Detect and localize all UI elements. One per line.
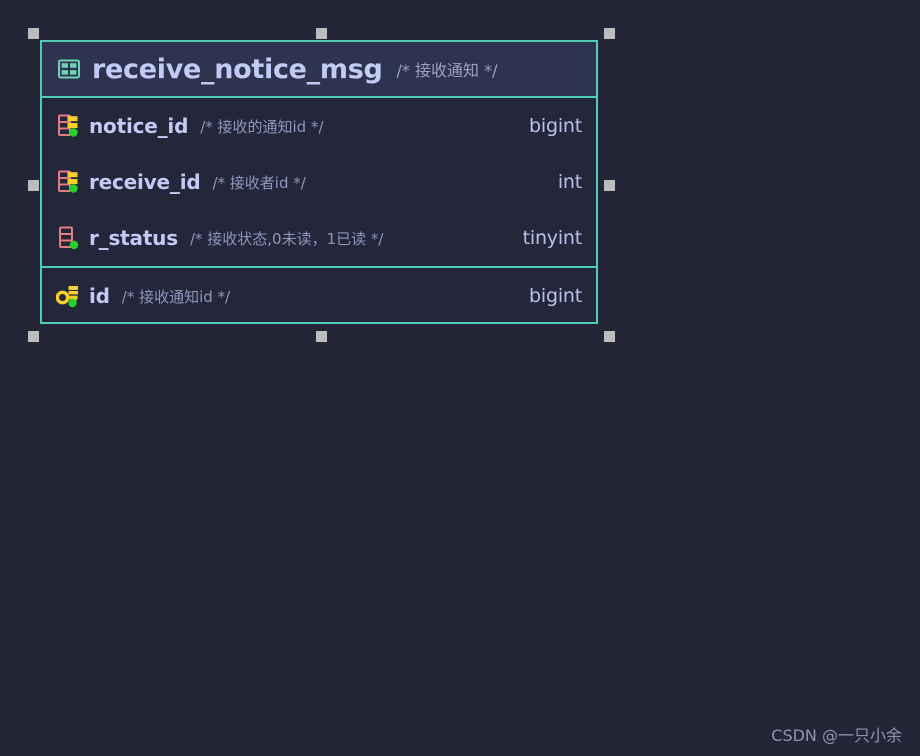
column-comment: /* 接收状态,0未读，1已读 */ <box>189 229 384 248</box>
resize-handle-top-left[interactable] <box>28 28 39 39</box>
table-row[interactable]: notice_id /* 接收的通知id */ bigint <box>42 98 596 154</box>
column-comment: /* 接收通知id */ <box>121 287 231 306</box>
resize-handle-top-right[interactable] <box>604 28 615 39</box>
column-type: tinyint <box>522 227 583 249</box>
table-entity-receive-notice-msg[interactable]: receive_notice_msg /* 接收通知 */ notice_id <box>40 40 598 324</box>
table-row[interactable]: receive_id /* 接收者id */ int <box>42 154 596 210</box>
column-comment: /* 接收者id */ <box>212 173 306 192</box>
column-indexed-icon <box>58 170 78 193</box>
primary-key-list: id /* 接收通知id */ bigint <box>42 266 596 324</box>
column-name: receive_id <box>89 170 201 194</box>
table-row[interactable]: r_status /* 接收状态,0未读，1已读 */ tinyint <box>42 210 596 266</box>
column-list: notice_id /* 接收的通知id */ bigint receive_i… <box>42 98 596 266</box>
resize-handle-bottom-left[interactable] <box>28 331 39 342</box>
column-name: r_status <box>89 226 178 250</box>
column-comment: /* 接收的通知id */ <box>200 117 324 136</box>
column-name: notice_id <box>89 114 189 138</box>
resize-handle-middle-left[interactable] <box>28 180 39 191</box>
resize-handle-middle-right[interactable] <box>604 180 615 191</box>
table-grid-icon <box>58 59 80 79</box>
entity-title-comment: /* 接收通知 */ <box>396 61 498 80</box>
column-type: int <box>557 171 582 193</box>
table-row[interactable]: id /* 接收通知id */ bigint <box>42 268 596 324</box>
resize-handle-bottom-center[interactable] <box>316 331 327 342</box>
column-icon <box>59 226 79 250</box>
column-type: bigint <box>529 285 582 307</box>
entity-selection-wrapper[interactable]: receive_notice_msg /* 接收通知 */ notice_id <box>28 28 615 342</box>
watermark: CSDN @一只小余 <box>771 726 902 745</box>
column-type: bigint <box>529 115 582 137</box>
entity-header[interactable]: receive_notice_msg /* 接收通知 */ <box>42 42 596 98</box>
resize-handle-bottom-right[interactable] <box>604 331 615 342</box>
diagram-canvas[interactable]: receive_notice_msg /* 接收通知 */ notice_id <box>0 0 920 756</box>
column-indexed-icon <box>58 114 78 137</box>
entity-title: receive_notice_msg <box>92 53 383 85</box>
resize-handle-top-center[interactable] <box>316 28 327 39</box>
primary-key-icon <box>56 286 78 308</box>
column-name: id <box>89 284 110 308</box>
